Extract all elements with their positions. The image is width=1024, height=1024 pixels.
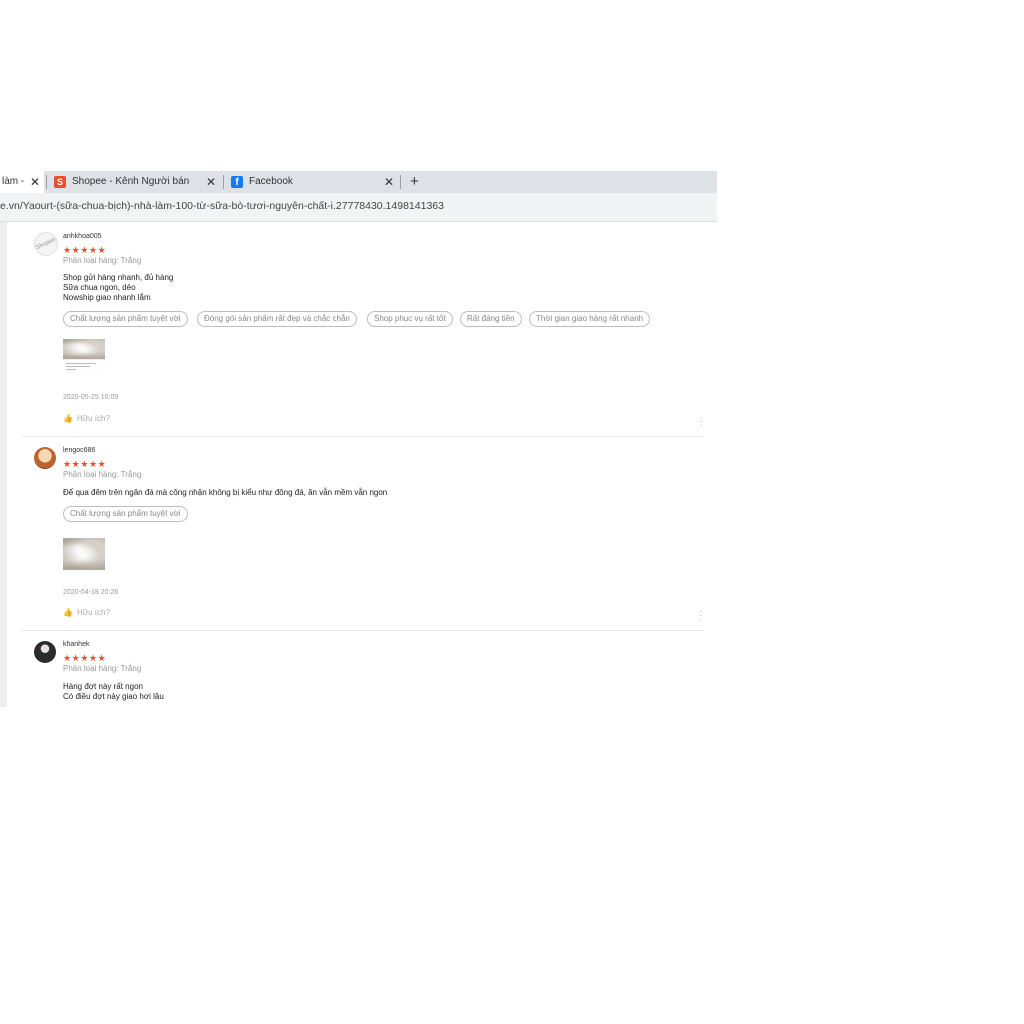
page-left-strip bbox=[0, 222, 7, 707]
review-tag: Shop phục vụ rất tốt bbox=[367, 311, 453, 327]
thumbs-up-icon: 👍 bbox=[63, 608, 73, 617]
helpful-button[interactable]: 👍 Hữu ích? bbox=[63, 414, 110, 423]
avatar[interactable] bbox=[34, 447, 56, 469]
review-body: Để qua đêm trên ngăn đá mà công nhận khô… bbox=[63, 488, 387, 498]
review-text-line: Để qua đêm trên ngăn đá mà công nhận khô… bbox=[63, 488, 388, 497]
rating-stars: ★★★★★ bbox=[63, 653, 107, 663]
review-text-line: Có điều đợt này giao hơi lâu bbox=[63, 692, 164, 701]
close-icon[interactable]: ✕ bbox=[30, 171, 40, 193]
helpful-label: Hữu ích? bbox=[76, 608, 110, 617]
review-item: khanhek ★★★★★ Phân loại hàng: Trắng Hàng… bbox=[22, 631, 704, 707]
tab-separator bbox=[223, 175, 224, 189]
review-username[interactable]: lengoc686 bbox=[63, 447, 95, 454]
thumbs-up-icon: 👍 bbox=[63, 414, 73, 423]
review-photo[interactable] bbox=[63, 339, 105, 372]
review-text-line: Nowship giao nhanh lắm bbox=[63, 293, 151, 302]
review-tag: Chất lượng sản phẩm tuyệt vời bbox=[63, 506, 188, 522]
review-variant: Phân loại hàng: Trắng bbox=[63, 256, 142, 265]
helpful-label: Hữu ích? bbox=[76, 414, 110, 423]
new-tab-icon[interactable]: + bbox=[410, 171, 419, 192]
tab-facebook[interactable]: f Facebook ✕ bbox=[225, 171, 399, 193]
review-photo[interactable] bbox=[63, 538, 105, 570]
reviews-content: Shopee anhkhoa005 ★★★★★ Phân loại hàng: … bbox=[0, 222, 717, 707]
address-bar[interactable]: e.vn/Yaourt-(sữa-chua-bịch)-nhà-làm-100-… bbox=[0, 193, 717, 222]
tab-active[interactable]: làm - ✕ bbox=[0, 171, 44, 193]
close-icon[interactable]: ✕ bbox=[206, 171, 216, 193]
review-tag: Rất đáng tiền bbox=[460, 311, 522, 327]
helpful-button[interactable]: 👍 Hữu ích? bbox=[63, 608, 110, 617]
tab-active-title: làm - bbox=[2, 176, 25, 187]
review-body: Shop gửi hàng nhanh, đủ hàng Sữa chua ng… bbox=[63, 273, 173, 303]
facebook-favicon-icon: f bbox=[231, 176, 243, 188]
browser-screenshot: làm - ✕ S Shopee - Kênh Người bán ✕ f Fa… bbox=[0, 171, 717, 707]
review-body: Hàng đợt này rất ngon Có điều đợt này gi… bbox=[63, 682, 164, 702]
review-tag: Chất lượng sản phẩm tuyệt vời bbox=[63, 311, 188, 327]
review-text-line: Hàng đợt này rất ngon bbox=[63, 682, 143, 691]
review-item: Shopee anhkhoa005 ★★★★★ Phân loại hàng: … bbox=[22, 222, 704, 437]
tab-strip: làm - ✕ S Shopee - Kênh Người bán ✕ f Fa… bbox=[0, 171, 717, 193]
review-text-line: Sữa chua ngon, dẻo bbox=[63, 283, 136, 292]
review-tag: Đóng gói sản phẩm rất đẹp và chắc chắn bbox=[197, 311, 357, 327]
review-username[interactable]: anhkhoa005 bbox=[63, 233, 102, 240]
tab-shopee[interactable]: S Shopee - Kênh Người bán ✕ bbox=[48, 171, 222, 193]
tab-separator bbox=[400, 175, 401, 189]
tab-facebook-title: Facebook bbox=[249, 176, 293, 187]
review-tag: Thời gian giao hàng rất nhanh bbox=[529, 311, 651, 327]
more-options-icon[interactable]: · · · bbox=[698, 413, 704, 430]
review-variant: Phân loại hàng: Trắng bbox=[63, 470, 142, 479]
more-options-icon[interactable]: · · · bbox=[698, 607, 704, 624]
tab-shopee-title: Shopee - Kênh Người bán bbox=[72, 176, 190, 187]
review-date: 2020-05-25 10:09 bbox=[63, 394, 119, 401]
review-username[interactable]: khanhek bbox=[63, 641, 89, 648]
review-variant: Phân loại hàng: Trắng bbox=[63, 664, 142, 673]
avatar[interactable]: Shopee bbox=[34, 232, 58, 256]
url-text[interactable]: e.vn/Yaourt-(sữa-chua-bịch)-nhà-làm-100-… bbox=[0, 200, 444, 212]
review-date: 2020-04-18 20:26 bbox=[63, 589, 119, 596]
review-text-line: Shop gửi hàng nhanh, đủ hàng bbox=[63, 273, 174, 282]
rating-stars: ★★★★★ bbox=[63, 245, 107, 255]
rating-stars: ★★★★★ bbox=[63, 459, 107, 469]
tab-separator bbox=[46, 175, 47, 189]
close-icon[interactable]: ✕ bbox=[384, 171, 394, 193]
review-item: lengoc686 ★★★★★ Phân loại hàng: Trắng Để… bbox=[22, 437, 704, 631]
avatar[interactable] bbox=[34, 641, 56, 663]
shopee-favicon-icon: S bbox=[54, 176, 66, 188]
